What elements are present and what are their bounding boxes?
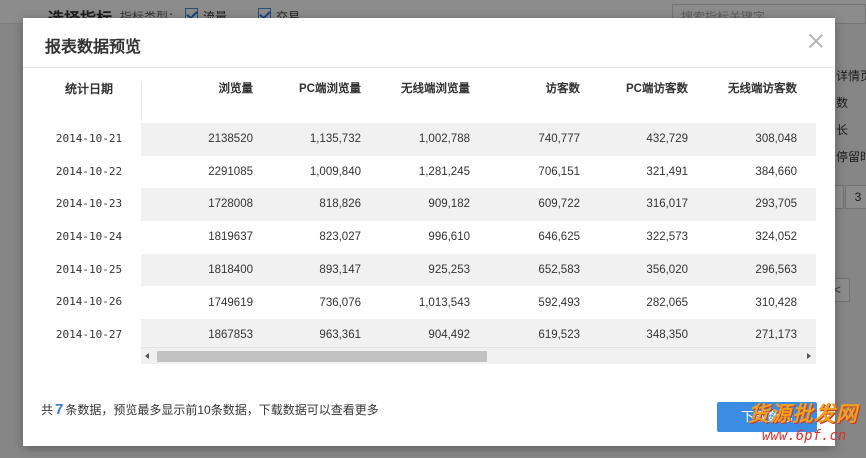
scroll-right-arrow-icon[interactable]	[807, 353, 811, 359]
date-cell: 2014-10-23	[55, 197, 123, 211]
table-cell: 1,009,840	[309, 165, 361, 178]
site-watermark: 货源批发网 www.6pf.cn	[748, 398, 866, 458]
date-cell: 2014-10-26	[55, 295, 123, 309]
table-cell: 356,020	[646, 263, 688, 276]
table-cell: 324,052	[755, 231, 797, 244]
report-preview-modal: 报表数据预览 统计日期 2014-10-21 2014-10-22 2014-1…	[23, 18, 835, 446]
watermark-title: 货源批发网	[748, 401, 858, 426]
date-cell: 2014-10-22	[55, 164, 123, 178]
table-cell: 310,428	[755, 296, 797, 309]
table-row: 1819637 823,027 996,610 646,625 322,573 …	[141, 221, 816, 254]
date-cell: 2014-10-21	[55, 132, 123, 145]
table-cell: 2291085	[208, 165, 253, 178]
table-cell: 609,722	[538, 198, 580, 211]
table-cell: 706,151	[538, 165, 580, 178]
table-cell: 282,065	[646, 296, 688, 309]
table-cell: 1818400	[208, 263, 253, 276]
table-cell: 818,826	[319, 198, 361, 211]
modal-header: 报表数据预览	[23, 18, 835, 68]
column-header-pageviews: 浏览量	[218, 83, 254, 95]
table-cell: 823,027	[319, 231, 361, 244]
date-column-header: 统计日期	[64, 82, 113, 96]
table-row: 2138520 1,135,732 1,002,788 740,777 432,…	[141, 123, 816, 156]
modal-title: 报表数据预览	[45, 39, 142, 56]
table-cell: 925,253	[428, 263, 470, 276]
date-column: 统计日期 2014-10-21 2014-10-22 2014-10-23 20…	[23, 68, 141, 352]
record-count-suffix: 条数据，预览最多显示前10条数据，下载数据可以查看更多	[65, 403, 379, 417]
table-row: 1818400 893,147 925,253 652,583 356,020 …	[141, 253, 816, 287]
table-cell: 432,729	[646, 133, 688, 145]
watermark-url: www.6pf.cn	[762, 428, 847, 444]
table-cell: 592,493	[538, 296, 580, 309]
table-cell: 322,573	[646, 231, 688, 244]
table-cell: 1,281,245	[418, 165, 470, 178]
record-count-text: 共 7 条数据，预览最多显示前10条数据，下载数据可以查看更多	[41, 401, 379, 418]
data-table-header: 浏览量 PC端浏览量 无线端浏览量 访客数 PC端访客数 无线端访客数	[141, 68, 816, 123]
column-header-pc-pageviews: PC端浏览量	[299, 83, 361, 95]
table-cell: 308,048	[755, 133, 797, 145]
table-cell: 1,002,788	[418, 133, 470, 145]
table-cell: 652,583	[538, 263, 580, 276]
scrollbar-thumb[interactable]	[157, 351, 487, 362]
table-cell: 296,563	[755, 263, 797, 276]
column-header-mobile-pageviews: 无线端浏览量	[401, 83, 470, 95]
table-cell: 736,076	[319, 296, 361, 309]
table-row: 1728008 818,826 909,182 609,722 316,017 …	[141, 188, 816, 222]
table-cell: 1,013,543	[418, 296, 470, 309]
close-icon[interactable]	[807, 32, 825, 50]
table-cell: 316,017	[646, 198, 688, 211]
table-cell: 1819637	[208, 231, 253, 244]
data-table-scroll-area[interactable]: 浏览量 PC端浏览量 无线端浏览量 访客数 PC端访客数 无线端访客数 2138…	[141, 68, 816, 366]
table-cell: 321,491	[646, 165, 688, 178]
table-cell: 2138520	[208, 133, 253, 145]
column-header-pc-visitors: PC端访客数	[626, 83, 688, 95]
column-header-mobile-visitors: 无线端访客数	[728, 83, 797, 95]
date-cell: 2014-10-27	[55, 328, 123, 342]
table-cell: 646,625	[538, 231, 580, 244]
modal-footer: 共 7 条数据，预览最多显示前10条数据，下载数据可以查看更多 下载数据	[23, 378, 835, 446]
table-cell: 893,147	[319, 263, 361, 276]
modal-body: 统计日期 2014-10-21 2014-10-22 2014-10-23 20…	[23, 68, 835, 368]
table-cell: 1,135,732	[309, 133, 361, 145]
table-row: 2291085 1,009,840 1,281,245 706,151 321,…	[141, 156, 816, 189]
record-count-prefix: 共	[41, 403, 54, 417]
table-cell: 384,660	[755, 165, 797, 178]
table-cell: 1728008	[208, 198, 253, 211]
record-count-number: 7	[55, 401, 64, 418]
column-header-visitors: 访客数	[545, 83, 581, 95]
date-cell: 2014-10-25	[55, 262, 123, 276]
table-row: 1749619 736,076 1,013,543 592,493 282,06…	[141, 287, 816, 320]
table-cell: 1749619	[208, 296, 253, 309]
table-cell: 909,182	[428, 198, 470, 211]
table-cell: 740,777	[538, 133, 580, 145]
horizontal-scrollbar[interactable]	[141, 347, 816, 364]
table-cell: 293,705	[755, 198, 797, 211]
scroll-left-arrow-icon[interactable]	[145, 353, 149, 359]
date-cell: 2014-10-24	[55, 230, 123, 244]
table-cell: 996,610	[428, 231, 470, 244]
